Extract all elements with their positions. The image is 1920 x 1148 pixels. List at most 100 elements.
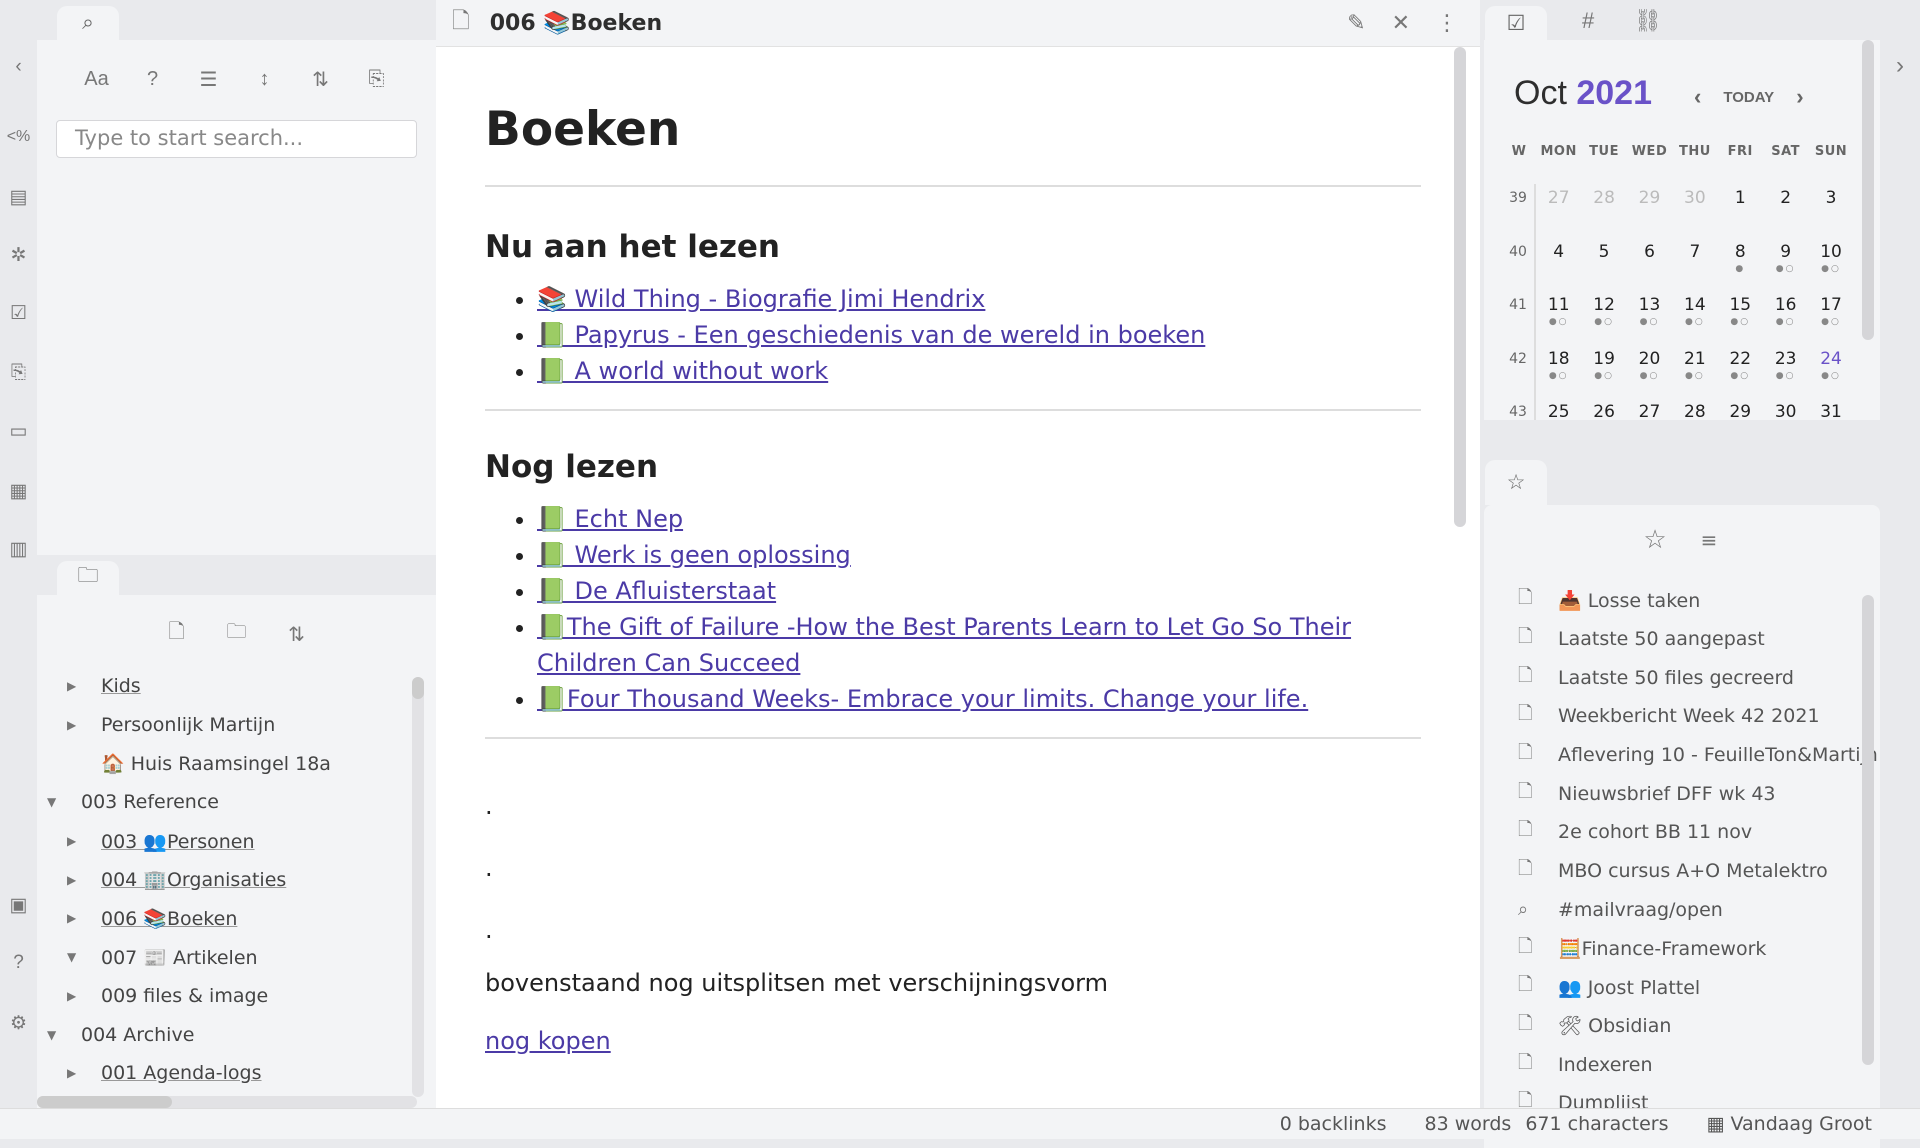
new-note-icon[interactable]: 🗋 — [162, 619, 192, 649]
calendar-day[interactable]: 21 ●○ — [1672, 345, 1717, 399]
vault-icon[interactable]: ▣ — [0, 890, 37, 920]
calendar-day[interactable]: 3 — [1808, 184, 1853, 238]
calendar-day[interactable]: 13 ●○ — [1627, 291, 1672, 345]
chevron-right-icon[interactable]: ▶ — [67, 873, 76, 887]
chevron-down-icon[interactable]: ▼ — [47, 795, 56, 809]
starred-item[interactable]: 🗋 Laatste 50 files gecreerd — [1484, 658, 1880, 697]
starred-item[interactable]: 🗋 Nieuwsbrief DFF wk 43 — [1484, 774, 1880, 813]
backlinks-count[interactable]: 0 backlinks — [1280, 1113, 1387, 1135]
search-tab[interactable]: ⌕ — [57, 6, 119, 40]
starred-item[interactable]: 🗋 📥 Losse taken — [1484, 581, 1880, 620]
sort-icon[interactable]: ⇅ — [282, 619, 312, 649]
calendar-day[interactable]: 9 ●○ — [1763, 238, 1808, 292]
tree-item[interactable]: ▼ 004 Archive — [37, 1015, 436, 1054]
calendar-day[interactable]: 4 — [1536, 238, 1581, 292]
graph-icon[interactable]: ✲ — [0, 240, 37, 270]
calendar-day[interactable]: 14 ●○ — [1672, 291, 1717, 345]
starred-item[interactable]: 🗋 Aflevering 10 - FeuilleTon&Martijn — [1484, 736, 1880, 775]
chevron-right-icon[interactable]: ▶ — [67, 1066, 76, 1080]
calendar-day[interactable]: 10 ●○ — [1808, 238, 1853, 292]
starred-scrollbar[interactable] — [1862, 595, 1874, 1065]
calendar-day[interactable]: 2 — [1763, 184, 1808, 238]
editor-scrollbar[interactable] — [1454, 47, 1466, 527]
tree-item[interactable]: ▶ Kids — [37, 667, 436, 706]
calendar-day[interactable]: 20 ●○ — [1627, 345, 1672, 399]
book-link[interactable]: 📗 De Afluisterstaat — [537, 577, 776, 605]
starred-item[interactable]: ⌕ #mailvraag/open — [1484, 891, 1880, 930]
starred-item[interactable]: 🗋 Indexeren — [1484, 1045, 1880, 1084]
prev-month-button[interactable]: ‹ — [1694, 84, 1701, 110]
tree-item[interactable]: ▶ 001 Agenda-logs — [37, 1054, 436, 1093]
calendar-day[interactable]: 19 ●○ — [1581, 345, 1626, 399]
calendar-day[interactable]: 31 — [1808, 398, 1853, 420]
file-explorer-tab[interactable]: 🗀 — [57, 561, 119, 595]
settings-icon[interactable]: ⚙ — [0, 1008, 37, 1038]
calendar-day[interactable]: 25 — [1536, 398, 1581, 420]
slides-icon[interactable]: ▭ — [0, 416, 37, 446]
starred-item[interactable]: 🗋 🧮Finance-Framework — [1484, 929, 1880, 968]
starred-list-icon[interactable]: ≡ — [1694, 525, 1724, 555]
sort-icon[interactable]: ⇅ — [306, 64, 336, 94]
chevron-down-icon[interactable]: ▼ — [67, 950, 76, 964]
help-icon[interactable]: ? — [138, 64, 168, 94]
calendar-day[interactable]: 5 — [1581, 238, 1626, 292]
calendar-day[interactable]: 12 ●○ — [1581, 291, 1626, 345]
calendar-day[interactable]: 27 — [1627, 398, 1672, 420]
star-icon[interactable]: ☆ — [1640, 525, 1670, 555]
close-icon[interactable]: ✕ — [1392, 11, 1410, 36]
week-number[interactable]: 42 — [1502, 344, 1536, 398]
vault-switcher[interactable]: ▦ Vandaag Groot — [1707, 1113, 1872, 1135]
new-folder-icon[interactable]: 🗀 — [222, 619, 252, 649]
calendar-scrollbar[interactable] — [1862, 40, 1874, 340]
table-settings-icon[interactable]: ▥ — [0, 534, 37, 564]
week-number[interactable]: 40 — [1502, 237, 1536, 291]
week-number[interactable]: 39 — [1502, 184, 1536, 238]
book-link[interactable]: 📗The Gift of Failure -How the Best Paren… — [537, 613, 1351, 677]
kanban-icon[interactable]: ▦ — [0, 476, 37, 506]
starred-item[interactable]: 🗋 Laatste 50 aangepast — [1484, 620, 1880, 659]
tree-item[interactable]: ▶ Persoonlijk Martijn — [37, 706, 436, 745]
calendar-day[interactable]: 30 — [1763, 398, 1808, 420]
more-options-icon[interactable]: ⋮ — [1436, 11, 1458, 36]
list-icon[interactable]: ☰ — [194, 64, 224, 94]
search-input[interactable]: Type to start search... — [56, 120, 417, 158]
calendar-day[interactable]: 27 — [1536, 184, 1581, 238]
calendar-day[interactable]: 15 ●○ — [1718, 291, 1763, 345]
calendar-day[interactable]: 1 — [1718, 184, 1763, 238]
edit-icon[interactable]: ✎ — [1347, 11, 1365, 36]
tree-item[interactable]: ▶ 006 📚Boeken — [37, 899, 436, 938]
starred-item[interactable]: 🗋 MBO cursus A+O Metalektro — [1484, 852, 1880, 891]
calendar-day[interactable]: 28 — [1581, 184, 1626, 238]
calendar-day[interactable]: 8 ● — [1718, 238, 1763, 292]
collapse-left-icon[interactable]: ‹ — [0, 52, 37, 82]
note-tab-title[interactable]: 006 📚Boeken — [490, 11, 662, 36]
starred-tab[interactable]: ☆ — [1485, 460, 1547, 505]
calendar-day[interactable]: 24 ●○ — [1808, 345, 1853, 399]
backlinks-tab-icon[interactable]: ⛓ — [1634, 8, 1662, 34]
chevron-down-icon[interactable]: ▼ — [47, 1028, 56, 1042]
book-link[interactable]: 📗 Echt Nep — [537, 505, 683, 533]
calendar-icon[interactable]: ☑ — [0, 298, 37, 328]
chevron-right-icon[interactable]: ▶ — [67, 834, 76, 848]
calendar-day[interactable]: 30 — [1672, 184, 1717, 238]
match-case-icon[interactable]: Aa — [82, 64, 112, 94]
starred-item[interactable]: 🗋 👥 Joost Plattel — [1484, 968, 1880, 1007]
templater-icon[interactable]: <% — [0, 122, 37, 152]
starred-item[interactable]: 🗋 2e cohort BB 11 nov — [1484, 813, 1880, 852]
book-link[interactable]: 📗Four Thousand Weeks- Embrace your limit… — [537, 685, 1308, 713]
today-button[interactable]: TODAY — [1723, 89, 1774, 106]
book-link[interactable]: 📗 A world without work — [537, 357, 828, 385]
calendar-day[interactable]: 11 ●○ — [1536, 291, 1581, 345]
tree-item[interactable]: ▶ 009 files & image — [37, 977, 436, 1016]
explorer-scrollbar[interactable] — [412, 677, 424, 1097]
tags-tab-icon[interactable]: # — [1582, 8, 1594, 34]
tree-item[interactable]: ▼ 003 Reference — [37, 783, 436, 822]
outline-icon[interactable]: ▤ — [0, 182, 37, 212]
starred-item[interactable]: 🗋 Weekbericht Week 42 2021 — [1484, 697, 1880, 736]
expand-icon[interactable]: ↕ — [250, 64, 280, 94]
calendar-tab[interactable]: ☑ — [1485, 6, 1547, 40]
book-link[interactable]: 📗 Werk is geen oplossing — [537, 541, 851, 569]
explorer-hscrollbar[interactable] — [37, 1096, 417, 1108]
copy-icon[interactable]: ⎘ — [0, 358, 37, 388]
chevron-right-icon[interactable]: ▶ — [67, 679, 76, 693]
